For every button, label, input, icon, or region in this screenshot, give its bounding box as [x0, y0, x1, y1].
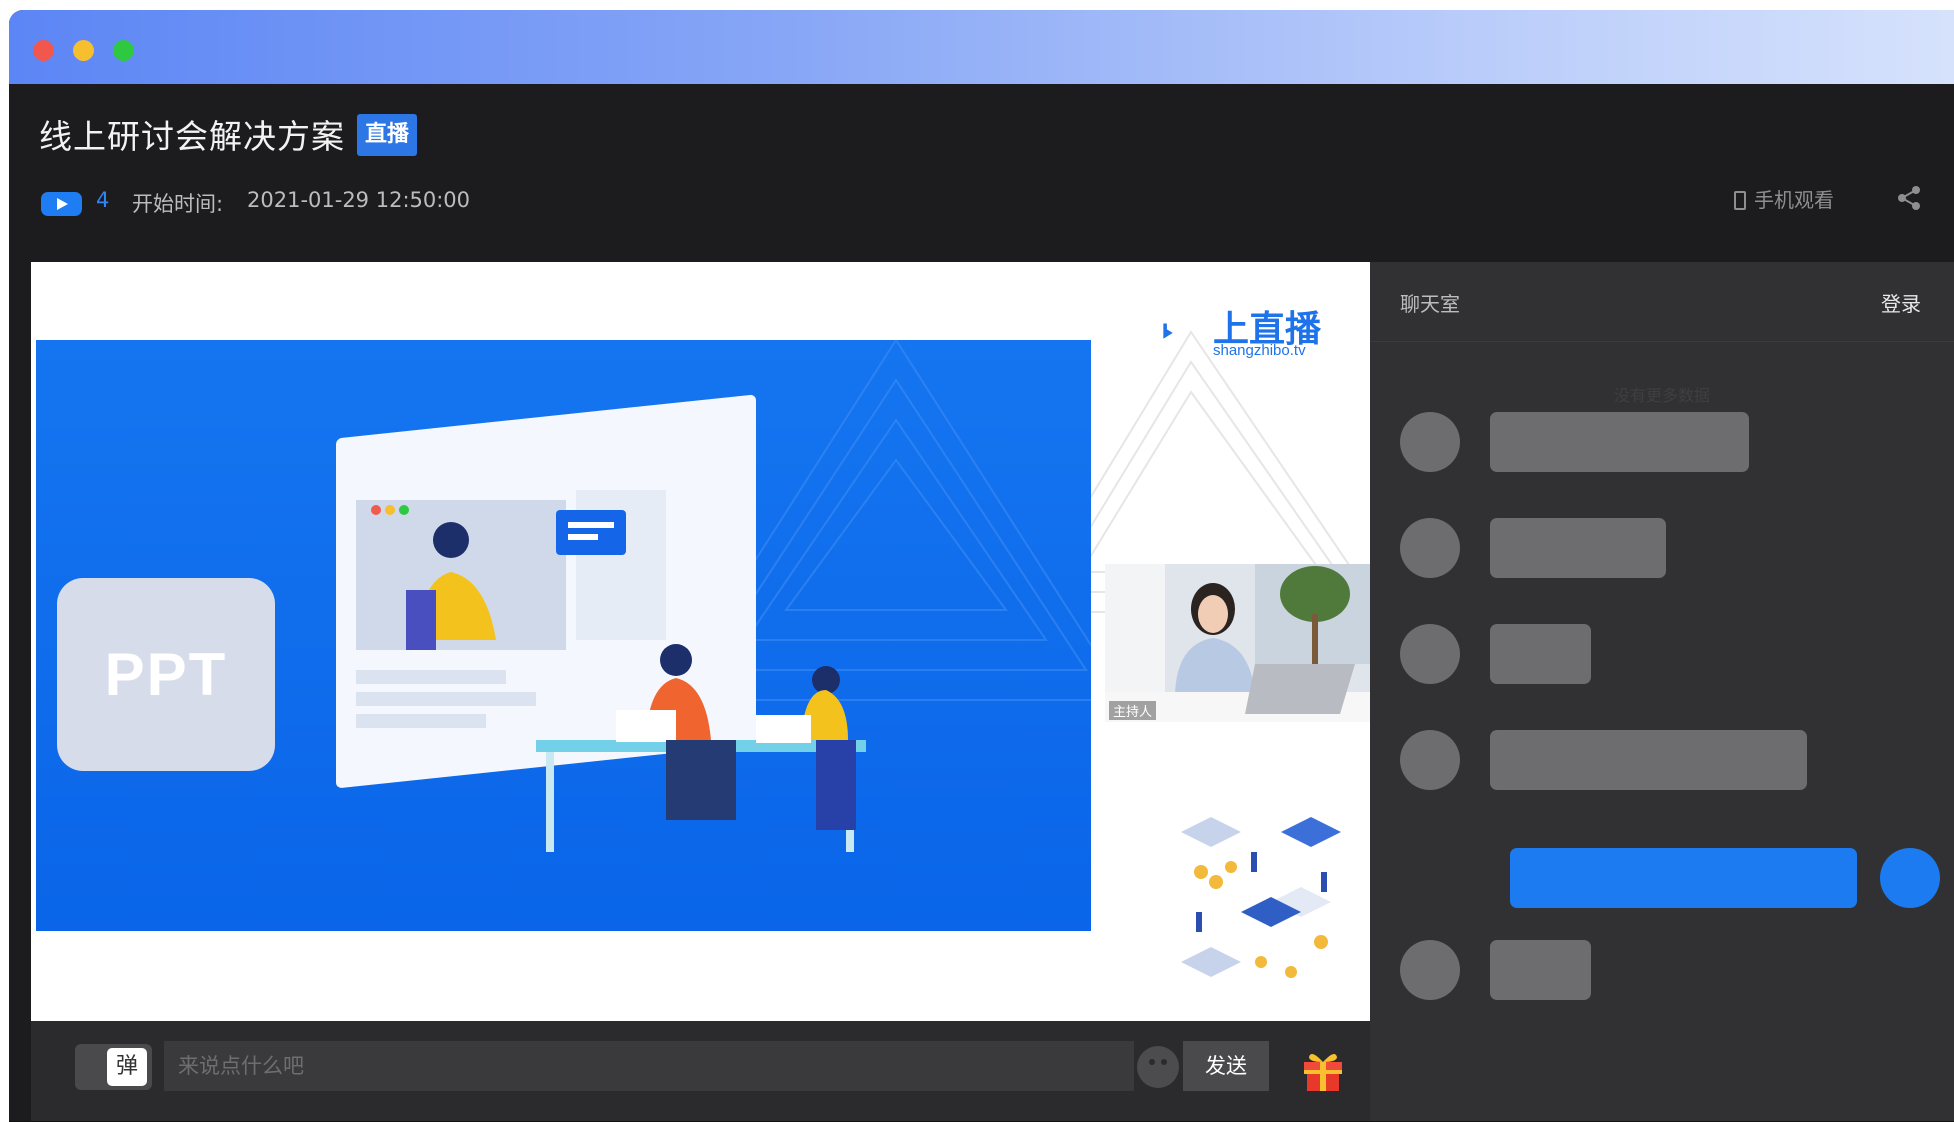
- event-title: 线上研讨会解决方案: [39, 117, 345, 156]
- title-bar: [9, 10, 1954, 84]
- chat-room-panel: 聊天室 登录 没有更多数据: [1370, 262, 1954, 1122]
- user-avatar: [1400, 730, 1460, 790]
- minimize-window-button[interactable]: [73, 40, 94, 61]
- start-time-label: 开始时间:: [132, 192, 224, 216]
- own-message-bubble: [1510, 848, 1857, 908]
- viewer-count: 4: [96, 188, 110, 212]
- event-header: 线上研讨会解决方案 直播 4 开始时间: 2021-01-29 12:50:00…: [9, 84, 1954, 262]
- maximize-window-button[interactable]: [113, 40, 134, 61]
- user-avatar: [1400, 412, 1460, 472]
- presenter-label: 主持人: [1109, 701, 1157, 720]
- isometric-illustration: [1181, 817, 1341, 978]
- user-avatar: [1400, 940, 1460, 1000]
- chat-header: 聊天室 登录: [1370, 262, 1954, 342]
- gift-icon[interactable]: [1299, 1045, 1347, 1093]
- emoji-icon[interactable]: [1137, 1046, 1179, 1088]
- start-time-value: 2021-01-29 12:50:00: [247, 188, 471, 212]
- brand-logo-icon: [1163, 323, 1173, 339]
- user-avatar: [1400, 624, 1460, 684]
- phone-icon: [1734, 191, 1746, 210]
- chat-input-bar: 弹 发送: [31, 1021, 1370, 1121]
- message-bubble: [1490, 624, 1591, 684]
- message-bubble: [1490, 940, 1591, 1000]
- mobile-watch-label: 手机观看: [1754, 188, 1834, 212]
- close-window-button[interactable]: [33, 40, 54, 61]
- message-bubble: [1490, 518, 1666, 578]
- danmaku-toggle-label: 弹: [107, 1048, 147, 1086]
- ppt-label: PPT: [57, 578, 275, 771]
- message-input[interactable]: [164, 1041, 1134, 1091]
- chat-room-title: 聊天室: [1400, 292, 1460, 316]
- brand-url: shangzhibo.tv: [1213, 342, 1306, 359]
- own-avatar: [1880, 848, 1940, 908]
- message-bubble: [1490, 730, 1807, 790]
- presenter-image: [1105, 564, 1370, 722]
- presenter-video[interactable]: 主持人: [1105, 564, 1370, 722]
- danmaku-toggle[interactable]: 弹: [75, 1044, 152, 1090]
- login-button[interactable]: 登录: [1881, 288, 1921, 317]
- user-avatar: [1400, 518, 1460, 578]
- video-icon: [41, 192, 82, 216]
- no-more-data-text: 没有更多数据: [1613, 386, 1710, 405]
- message-bubble: [1490, 412, 1749, 472]
- mobile-watch-button[interactable]: 手机观看: [1734, 184, 1834, 213]
- live-badge: 直播: [357, 114, 418, 156]
- live-player[interactable]: PPT 上直播 shangzhibo.tv 主持人: [31, 262, 1370, 1021]
- app-window: 线上研讨会解决方案 直播 4 开始时间: 2021-01-29 12:50:00…: [9, 10, 1954, 1122]
- share-icon[interactable]: [1895, 184, 1923, 212]
- slide-image: PPT: [36, 340, 1091, 931]
- send-button[interactable]: 发送: [1183, 1041, 1269, 1091]
